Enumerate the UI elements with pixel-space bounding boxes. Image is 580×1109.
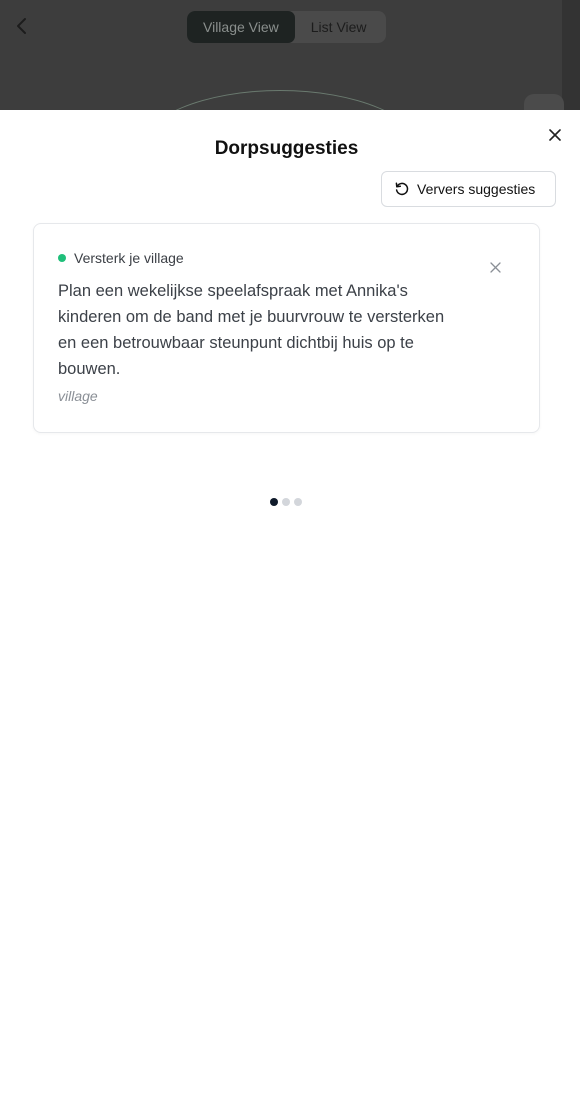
village-view-tab[interactable]: Village View: [187, 11, 295, 43]
suggestion-card: Versterk je village Plan een wekelijkse …: [33, 223, 540, 433]
list-view-tab[interactable]: List View: [295, 11, 383, 43]
background-view: Village View List View: [0, 0, 580, 110]
sheet-title: Dorpsuggesties: [214, 138, 359, 159]
dismiss-suggestion-button[interactable]: [486, 258, 504, 276]
suggestion-tag: Versterk je village: [58, 250, 184, 266]
view-toggle: Village View List View: [187, 11, 386, 43]
page-dot[interactable]: [282, 498, 290, 506]
suggestion-category: village: [58, 388, 98, 404]
suggestion-text: Plan een wekelijkse speelafspraak met An…: [58, 282, 445, 378]
refresh-suggestions-button[interactable]: Ververs suggesties: [381, 171, 556, 207]
village-circle: [140, 90, 420, 110]
page-dot[interactable]: [270, 498, 278, 506]
side-action-button[interactable]: [524, 94, 564, 110]
close-icon: [489, 261, 501, 273]
refresh-icon: [395, 182, 409, 196]
back-button[interactable]: [10, 14, 34, 38]
suggestions-sheet: Dorpsuggesties Ververs suggesties Verste…: [0, 110, 580, 1109]
pagination-dots: [270, 498, 302, 506]
suggestion-tag-label: Versterk je village: [74, 250, 184, 266]
status-dot: [58, 254, 66, 262]
chevron-left-icon: [17, 18, 26, 34]
side-edge: [562, 0, 580, 110]
page-dot[interactable]: [294, 498, 302, 506]
refresh-suggestions-label: Ververs suggesties: [417, 181, 536, 197]
